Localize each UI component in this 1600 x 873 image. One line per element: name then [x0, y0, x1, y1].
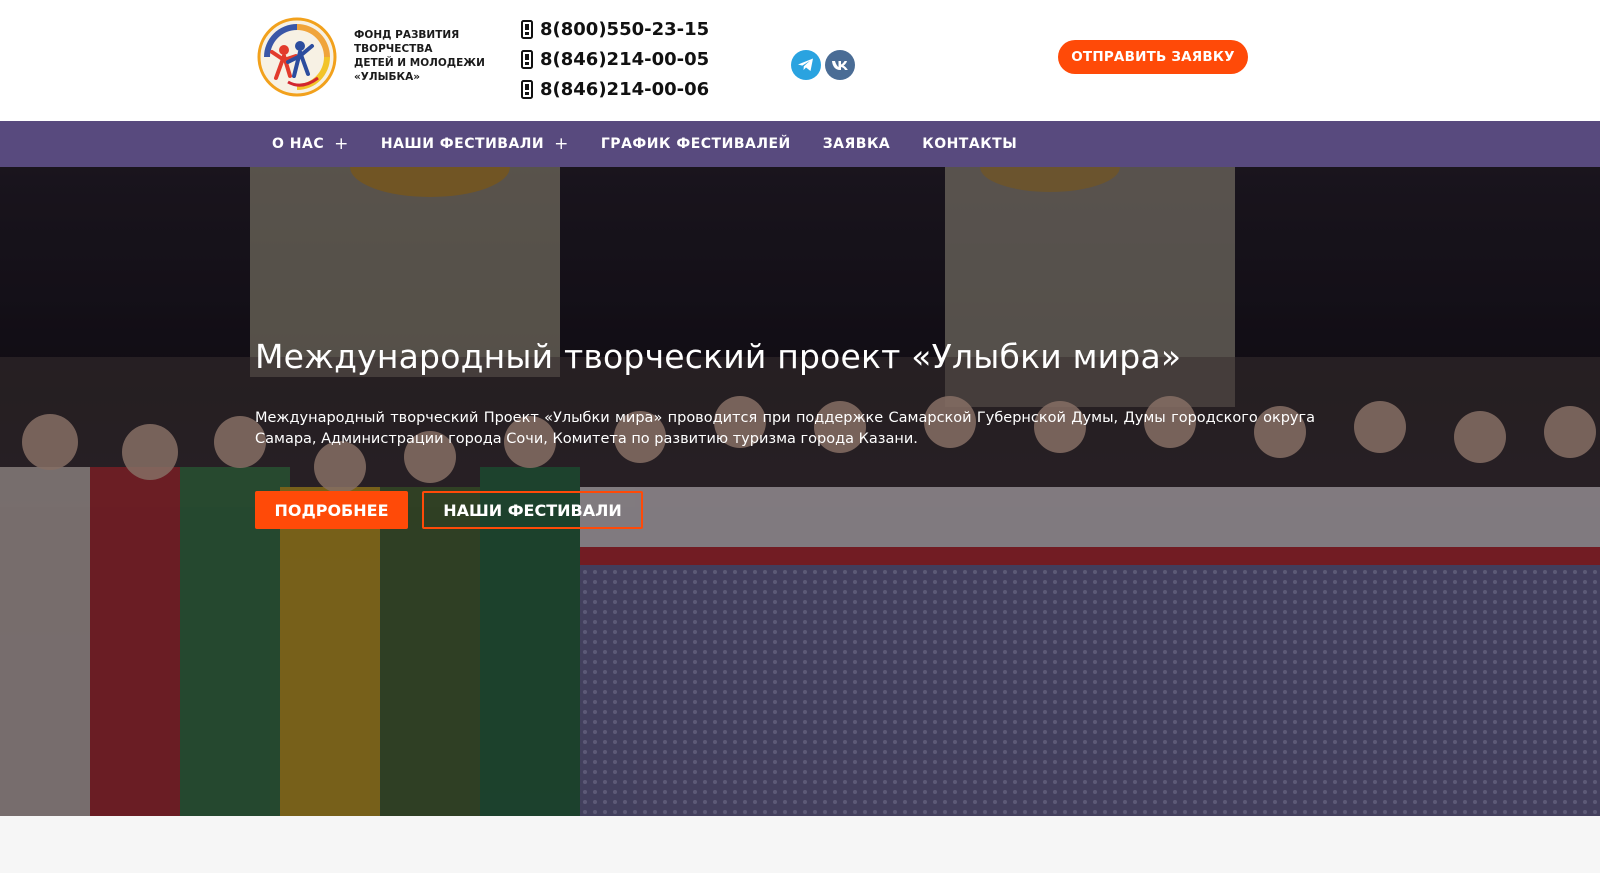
hero-description: Международный творческий Проект «Улыбки …: [255, 410, 1315, 447]
our-festivals-button[interactable]: НАШИ ФЕСТИВАЛИ: [422, 491, 643, 529]
phone-list: 8(800)550-23-15 8(846)214-00-05 8(846)21…: [521, 14, 709, 104]
nav-item-label: КОНТАКТЫ: [922, 136, 1018, 152]
telegram-icon[interactable]: [791, 50, 821, 80]
nav-item-label: НАШИ ФЕСТИВАЛИ: [380, 136, 545, 152]
vk-icon[interactable]: [825, 50, 855, 80]
main-nav: О НАС + НАШИ ФЕСТИВАЛИ + ГРАФИК ФЕСТИВАЛ…: [0, 121, 1600, 167]
nav-item-label: О НАС: [272, 136, 325, 152]
plus-icon: +: [334, 134, 349, 154]
phone-number[interactable]: 8(800)550-23-15: [540, 19, 709, 40]
brand-name-line: ФОНД РАЗВИТИЯ: [354, 29, 460, 41]
hero-overlay: [0, 167, 1600, 816]
more-button[interactable]: ПОДРОБНЕЕ: [255, 491, 408, 529]
scrollbar-gutter: [1568, 0, 1600, 121]
plus-icon: +: [554, 134, 569, 154]
nav-item-contacts[interactable]: КОНТАКТЫ: [906, 121, 1033, 167]
brand-name-line: ДЕТЕЙ И МОЛОДЕЖИ: [354, 57, 485, 69]
phone-link[interactable]: 8(846)214-00-05: [521, 44, 709, 74]
nav-item-label: ГРАФИК ФЕСТИВАЛЕЙ: [600, 136, 791, 152]
phone-link[interactable]: 8(846)214-00-06: [521, 74, 709, 104]
phone-number[interactable]: 8(846)214-00-06: [540, 79, 709, 100]
site-header: ФОНД РАЗВИТИЯ ТВОРЧЕСТВА ДЕТЕЙ И МОЛОДЕЖ…: [0, 0, 1568, 121]
mobile-phone-icon: [521, 79, 533, 99]
mobile-phone-icon: [521, 19, 533, 39]
brand-name: ФОНД РАЗВИТИЯ ТВОРЧЕСТВА ДЕТЕЙ И МОЛОДЕЖ…: [354, 28, 494, 84]
ulybka-logo-emblem[interactable]: [254, 16, 340, 98]
send-application-button[interactable]: ОТПРАВИТЬ ЗАЯВКУ: [1058, 40, 1248, 74]
nav-item-application[interactable]: ЗАЯВКА: [807, 121, 907, 167]
nav-item-about[interactable]: О НАС +: [256, 121, 365, 167]
phone-link[interactable]: 8(800)550-23-15: [521, 14, 709, 44]
brand-name-line: «УЛЫБКА»: [354, 71, 420, 83]
mobile-phone-icon: [521, 49, 533, 69]
nav-item-schedule[interactable]: ГРАФИК ФЕСТИВАЛЕЙ: [585, 121, 807, 167]
nav-item-label: ЗАЯВКА: [822, 136, 891, 152]
nav-item-festivals[interactable]: НАШИ ФЕСТИВАЛИ +: [365, 121, 585, 167]
brand-name-line: ТВОРЧЕСТВА: [354, 43, 433, 55]
page-section-below-hero: [0, 816, 1600, 873]
hero-banner: Международный творческий проект «Улыбки …: [0, 167, 1600, 816]
social-links: [791, 50, 855, 80]
phone-number[interactable]: 8(846)214-00-05: [540, 49, 709, 70]
nav-menu: О НАС + НАШИ ФЕСТИВАЛИ + ГРАФИК ФЕСТИВАЛ…: [256, 121, 1033, 167]
hero-title: Международный творческий проект «Улыбки …: [255, 337, 1182, 376]
